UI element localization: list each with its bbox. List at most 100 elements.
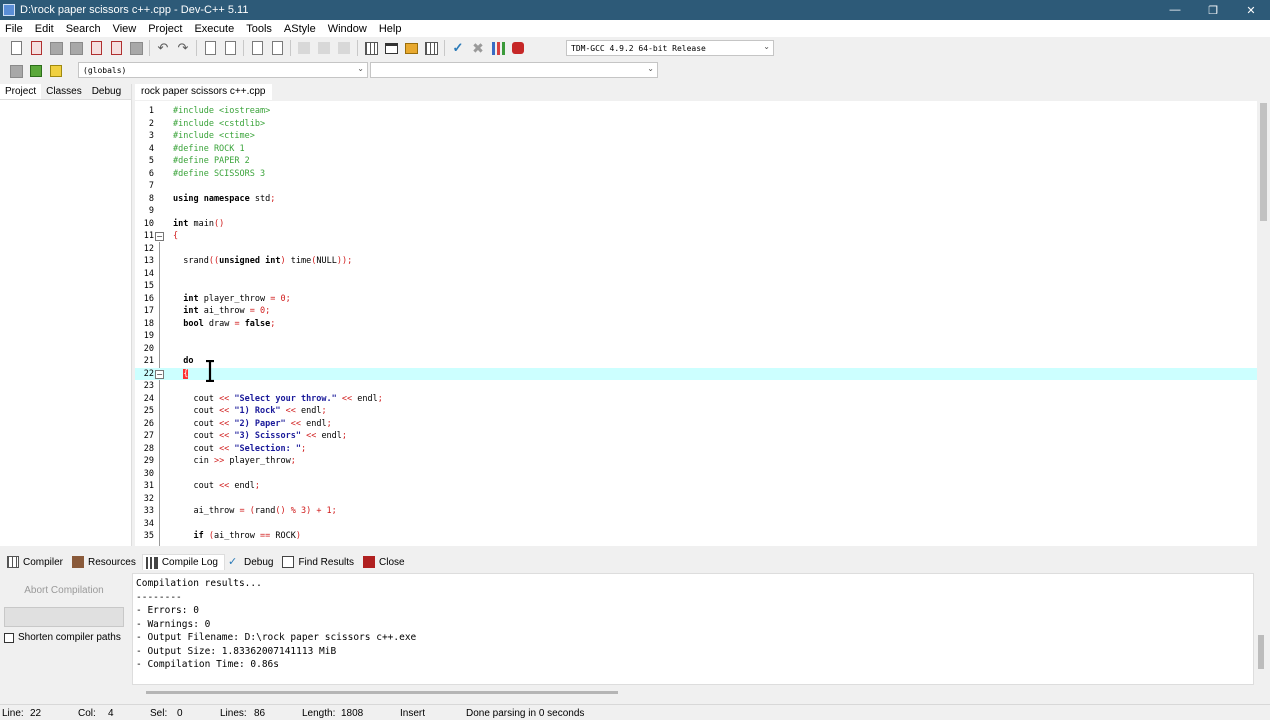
code-line[interactable]: 5 #define PAPER 2 [135, 155, 1257, 168]
restore-button[interactable]: ❐ [1194, 0, 1232, 20]
code-line[interactable]: 16 int player_throw = 0; [135, 293, 1257, 306]
code-line[interactable]: 28 cout << "Selection: "; [135, 443, 1257, 456]
goto-declaration-button[interactable] [28, 63, 44, 79]
code-line[interactable]: 17 int ai_throw = 0; [135, 305, 1257, 318]
code-line[interactable]: 2 #include <cstdlib> [135, 118, 1257, 131]
compile-log[interactable]: Compilation results... -------- - Errors: … [132, 573, 1254, 685]
debug-button[interactable] [510, 40, 526, 56]
code-line[interactable]: 4 #define ROCK 1 [135, 143, 1257, 156]
code-line[interactable]: 23 [135, 380, 1257, 393]
tab-resources[interactable]: Resources [69, 554, 142, 570]
code-line[interactable]: 10 int main() [135, 218, 1257, 231]
code-line[interactable]: 30 [135, 468, 1257, 481]
print-button[interactable] [128, 40, 144, 56]
tab-debug[interactable]: ✓ Debug [225, 554, 279, 570]
save-button[interactable] [48, 40, 64, 56]
menu-help[interactable]: Help [374, 23, 409, 35]
editor-vertical-scrollbar[interactable] [1257, 101, 1270, 546]
code-line[interactable]: 27 cout << "3) Scissors" << endl; [135, 430, 1257, 443]
tab-close[interactable]: Close [360, 554, 411, 570]
code-line[interactable]: 1 #include <iostream> [135, 105, 1257, 118]
menu-file[interactable]: File [0, 23, 30, 35]
tab-find-results[interactable]: Find Results [279, 554, 360, 570]
insert-button[interactable] [8, 63, 24, 79]
code-line[interactable]: 6 #define SCISSORS 3 [135, 168, 1257, 181]
tab-compile-log[interactable]: Compile Log [141, 554, 225, 570]
code-line[interactable]: 25 cout << "1) Rock" << endl; [135, 405, 1257, 418]
profile-button[interactable] [490, 40, 506, 56]
toggle-bookmark-button[interactable] [269, 40, 285, 56]
compile-button[interactable] [363, 40, 379, 56]
menu-tools[interactable]: Tools [241, 23, 279, 35]
fold-toggle-icon[interactable]: − [155, 369, 164, 379]
code-line[interactable]: 21 do [135, 355, 1257, 368]
close-file-button[interactable] [88, 40, 104, 56]
menu-view[interactable]: View [108, 23, 144, 35]
scope-select[interactable]: (globals) ⌄ [78, 62, 368, 78]
menu-astyle[interactable]: AStyle [279, 23, 323, 35]
scrollbar-thumb[interactable] [1260, 103, 1267, 221]
menu-execute[interactable]: Execute [189, 23, 241, 35]
code-line[interactable]: 32 [135, 493, 1257, 506]
minimize-button[interactable]: — [1156, 0, 1194, 20]
code-line[interactable]: 35 if (ai_throw == ROCK) [135, 530, 1257, 543]
code-line[interactable]: 18 bool draw = false; [135, 318, 1257, 331]
find-button[interactable] [202, 40, 218, 56]
code-line[interactable]: 12 [135, 243, 1257, 256]
fold-toggle-icon[interactable]: − [155, 232, 164, 241]
open-button[interactable] [28, 40, 44, 56]
code-line[interactable]: 24 cout << "Select your throw." << endl; [135, 393, 1257, 406]
code-line[interactable]: 29 cin >> player_throw; [135, 455, 1257, 468]
indent-button[interactable] [296, 40, 312, 56]
stop-execution-button[interactable]: ✖ [470, 40, 486, 56]
code-line[interactable]: 9 [135, 205, 1257, 218]
close-all-button[interactable] [108, 40, 124, 56]
code-line[interactable]: 14 [135, 268, 1257, 281]
save-all-button[interactable] [68, 40, 84, 56]
run-button[interactable] [383, 40, 399, 56]
goto-definition-button[interactable] [48, 63, 64, 79]
code-line[interactable]: 19 [135, 330, 1257, 343]
compile-run-button[interactable] [403, 40, 419, 56]
code-line[interactable]: 11−{ [135, 230, 1257, 243]
new-file-button[interactable] [8, 40, 24, 56]
code-line[interactable]: 33 ai_throw = (rand() % 3) + 1; [135, 505, 1257, 518]
comment-button[interactable] [336, 40, 352, 56]
compiler-select[interactable]: TDM-GCC 4.9.2 64-bit Release ⌄ [566, 40, 774, 56]
code-line[interactable]: 7 [135, 180, 1257, 193]
code-line[interactable]: 13 srand((unsigned int) time(NULL)); [135, 255, 1257, 268]
tab-project[interactable]: Project [0, 84, 42, 99]
code-line[interactable]: 31 cout << endl; [135, 480, 1257, 493]
code-line[interactable]: 20 [135, 343, 1257, 356]
log-vertical-scrollbar[interactable] [1254, 573, 1268, 685]
shorten-paths-option[interactable]: Shorten compiler paths [4, 632, 121, 643]
editor-file-tab[interactable]: rock paper scissors c++.cpp [135, 84, 272, 100]
member-select[interactable]: ⌄ [370, 62, 658, 78]
redo-button[interactable]: ↷ [175, 40, 191, 56]
code-line[interactable]: 26 cout << "2) Paper" << endl; [135, 418, 1257, 431]
scrollbar-thumb[interactable] [146, 691, 618, 694]
replace-button[interactable] [222, 40, 238, 56]
tab-classes[interactable]: Classes [41, 84, 87, 99]
tab-debug[interactable]: Debug [87, 84, 126, 99]
menu-edit[interactable]: Edit [30, 23, 61, 35]
menu-search[interactable]: Search [61, 23, 108, 35]
undo-button[interactable]: ↶ [155, 40, 171, 56]
unindent-button[interactable] [316, 40, 332, 56]
scrollbar-thumb[interactable] [1258, 635, 1264, 669]
menu-window[interactable]: Window [323, 23, 374, 35]
abort-compilation-button[interactable]: Abort Compilation [4, 579, 124, 601]
tab-compiler[interactable]: Compiler [4, 554, 69, 570]
close-button[interactable]: ✕ [1232, 0, 1270, 20]
menu-project[interactable]: Project [143, 23, 189, 35]
code-editor[interactable]: 1 #include <iostream> 2 #include <cstdlib> 3… [135, 101, 1257, 546]
code-line[interactable]: 3 #include <ctime> [135, 130, 1257, 143]
code-line-current[interactable]: 22− { [135, 367, 1257, 380]
rebuild-all-button[interactable] [423, 40, 439, 56]
shorten-paths-checkbox[interactable] [4, 632, 14, 643]
code-line[interactable]: 34 [135, 518, 1257, 531]
code-line[interactable]: 8 using namespace std; [135, 193, 1257, 206]
syntax-check-button[interactable]: ✓ [450, 40, 466, 56]
log-horizontal-scrollbar[interactable] [132, 685, 1254, 699]
goto-line-button[interactable] [249, 40, 265, 56]
